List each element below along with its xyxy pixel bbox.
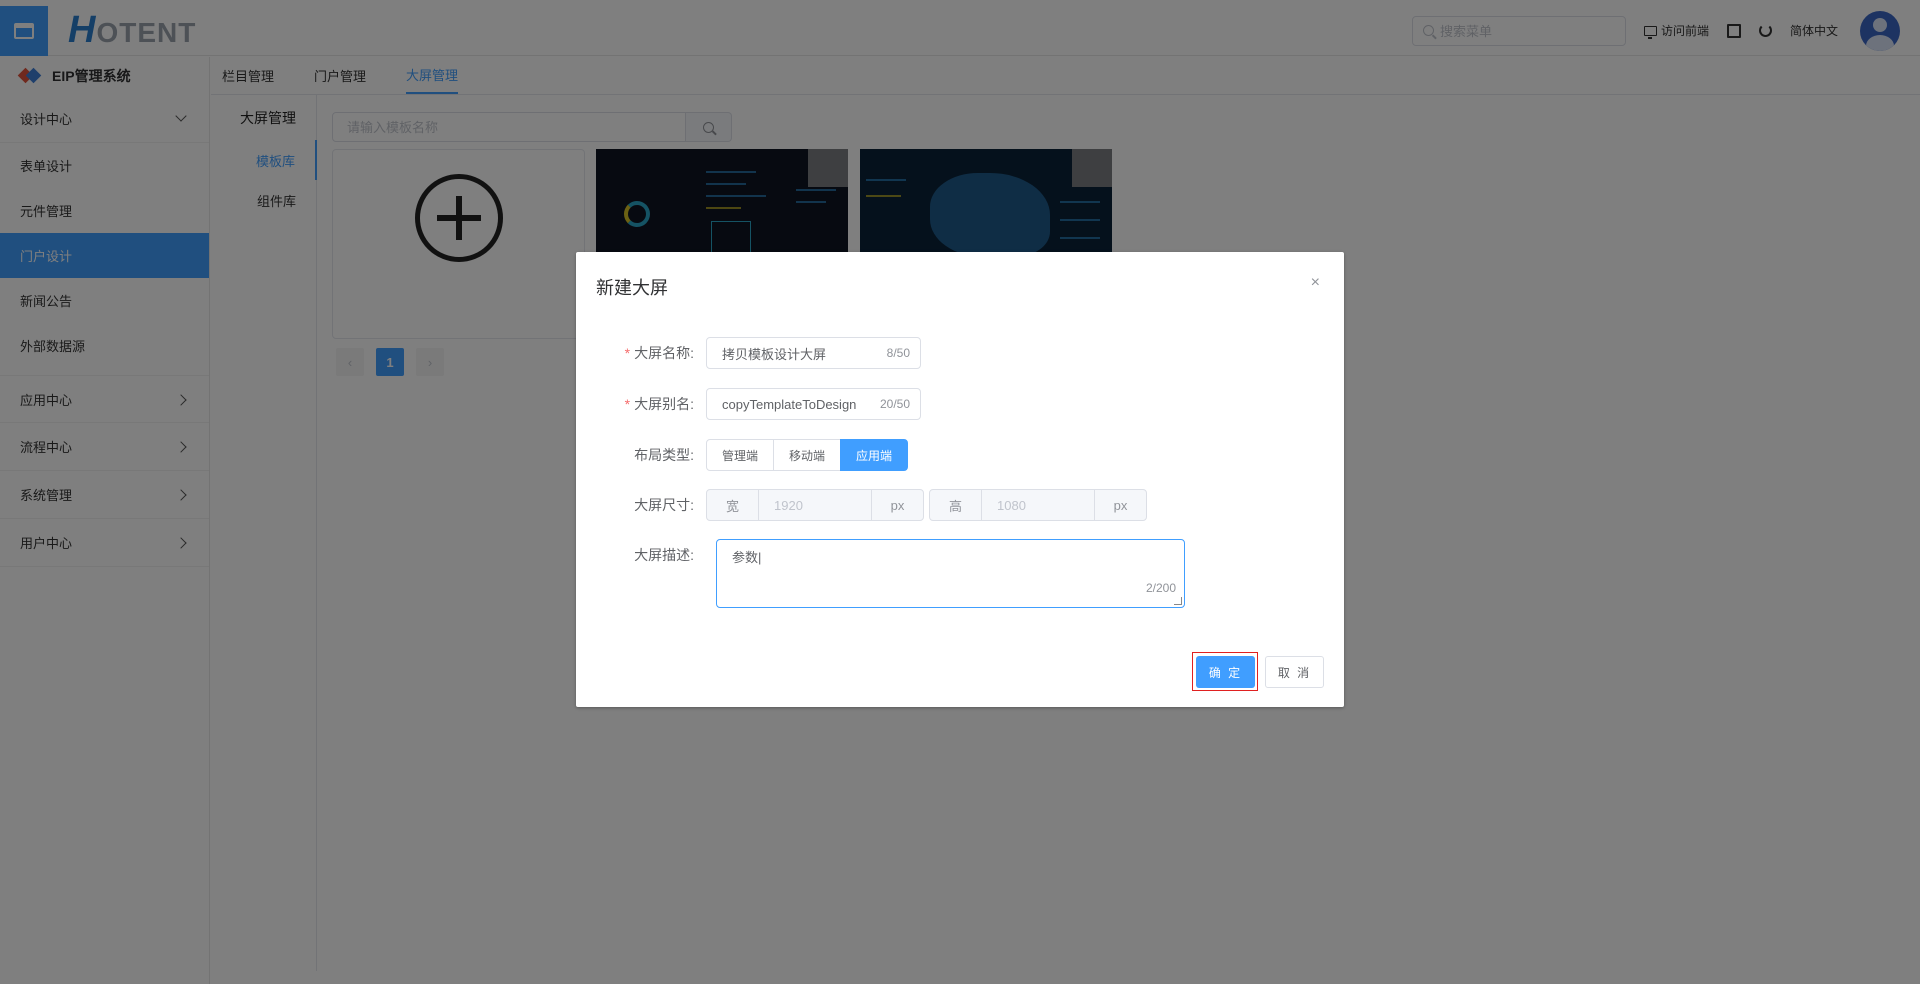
field-label: * 大屏名称: (624, 345, 694, 361)
field-label: 布局类型: (634, 447, 694, 463)
width-unit: px (871, 489, 924, 521)
char-count: 8/50 (886, 346, 910, 360)
confirm-button[interactable]: 确 定 (1196, 656, 1255, 688)
height-unit: px (1094, 489, 1147, 521)
layout-type-group: 管理端 移动端 应用端 (706, 439, 909, 471)
resize-handle[interactable] (1174, 597, 1182, 605)
char-count: 2/200 (1145, 581, 1176, 595)
field-label: * 大屏别名: (624, 396, 694, 412)
width-input[interactable]: 1920 (759, 489, 871, 521)
form-row-alias: * 大屏别名: copyTemplateToDesign 20/50 (576, 388, 1344, 420)
form-row-layout: 布局类型: 管理端 移动端 应用端 (576, 439, 1344, 471)
layout-option-mobile[interactable]: 移动端 (773, 439, 842, 471)
height-input[interactable]: 1080 (982, 489, 1094, 521)
width-prefix: 宽 (706, 489, 759, 521)
bigscreen-alias-input[interactable]: copyTemplateToDesign 20/50 (706, 388, 921, 420)
height-prefix: 高 (929, 489, 982, 521)
bigscreen-description-textarea[interactable]: 参数| 2/200 (716, 539, 1185, 608)
char-count: 20/50 (879, 397, 910, 411)
layout-option-app[interactable]: 应用端 (840, 439, 909, 471)
new-bigscreen-dialog: 新建大屏 × * 大屏名称: 拷贝模板设计大屏 8/50 * 大屏别名: copyT… (576, 252, 1344, 707)
form-row-name: * 大屏名称: 拷贝模板设计大屏 8/50 (576, 337, 1344, 369)
field-label: 大屏描述: (634, 547, 694, 563)
input-value: copyTemplateToDesign (722, 396, 857, 412)
input-value: 拷贝模板设计大屏 (722, 346, 827, 362)
width-input-group: 宽 1920 px (706, 489, 924, 521)
cancel-button[interactable]: 取 消 (1265, 656, 1324, 688)
bigscreen-name-input[interactable]: 拷贝模板设计大屏 8/50 (706, 337, 921, 369)
form-row-size: 大屏尺寸: 宽 1920 px 高 1080 px (576, 489, 1344, 521)
height-input-group: 高 1080 px (929, 489, 1147, 521)
textarea-value: 参数| (732, 550, 762, 565)
close-icon[interactable]: × (1311, 274, 1320, 292)
field-label: 大屏尺寸: (634, 497, 694, 513)
layout-option-admin[interactable]: 管理端 (706, 439, 775, 471)
dialog-title: 新建大屏 (596, 278, 668, 298)
